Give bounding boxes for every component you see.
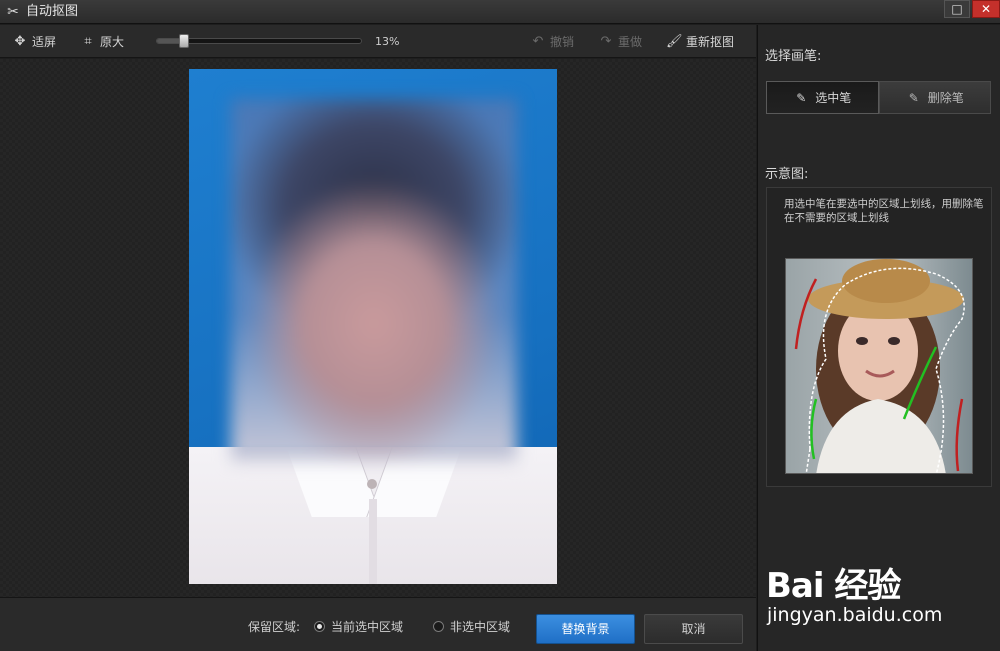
keep-region-label: 保留区域: [248, 620, 301, 634]
cancel-button[interactable]: 取消 [644, 614, 743, 644]
id-photo[interactable] [189, 69, 557, 584]
undo-label: 撤销 [550, 35, 575, 49]
zoom-slider-thumb[interactable] [178, 34, 189, 48]
select-brush-label: 选中笔 [815, 91, 852, 105]
delete-brush-label: 删除笔 [927, 91, 964, 105]
undo-icon: ↶ [532, 34, 544, 49]
redo-cutout-button[interactable]: 🖌 重新抠图 [666, 33, 734, 51]
original-size-icon: ⌗ [84, 34, 92, 49]
image-canvas[interactable] [0, 59, 756, 597]
undo-button[interactable]: ↶ 撤销 [530, 33, 574, 51]
watermark-url: jingyan.baidu.com [767, 604, 943, 626]
brush-icon: 🖌 [666, 34, 683, 49]
brush-selector: ✎ 选中笔 ✎ 删除笔 [766, 81, 991, 114]
example-illustration [794, 259, 965, 473]
radio-current-selection[interactable]: 当前选中区域 [314, 618, 403, 635]
radio-current-label: 当前选中区域 [331, 620, 404, 634]
redo-icon: ↷ [600, 34, 612, 49]
window-title: 自动抠图 [26, 4, 79, 19]
fit-screen-button[interactable]: ✥ 适屏 [12, 33, 56, 51]
fit-screen-icon: ✥ [14, 34, 26, 49]
select-brush-icon: ✎ [796, 90, 807, 105]
zoom-slider[interactable] [156, 34, 362, 48]
maximize-button[interactable]: □ [944, 0, 970, 18]
hint-text: 用选中笔在要选中的区域上划线，用删除笔在不需要的区域上划线 [784, 198, 984, 224]
blurred-face-region [231, 99, 517, 461]
radio-non-dot[interactable] [433, 621, 444, 632]
title-bar: ✂ 自动抠图 □ ✕ [0, 0, 1000, 24]
fit-screen-label: 适屏 [32, 35, 57, 49]
brush-heading: 选择画笔: [765, 49, 822, 64]
toolbar: ✥ 适屏 ⌗ 原大 13% ↶ 撤销 ↷ 重做 🖌 重新抠图 [0, 25, 756, 58]
watermark-logo: Bai 经验 [766, 566, 901, 606]
select-brush-button[interactable]: ✎ 选中笔 [766, 81, 879, 114]
close-button[interactable]: ✕ [972, 0, 1000, 18]
zoom-percent-label: 13% [375, 35, 400, 48]
diagram-box: 用选中笔在要选中的区域上划线，用删除笔在不需要的区域上划线 [766, 187, 992, 487]
replace-background-button[interactable]: 替换背景 [536, 614, 635, 644]
radio-current-dot[interactable] [314, 621, 325, 632]
cutout-tool-icon: ✂ [7, 4, 19, 20]
shirt-button [367, 479, 377, 489]
bottom-bar: 保留区域: 当前选中区域 非选中区域 替换背景 取消 [0, 597, 756, 651]
radio-non-selection[interactable]: 非选中区域 [433, 618, 510, 635]
redo-label: 重做 [618, 35, 643, 49]
shirt-placket [369, 499, 377, 584]
delete-brush-button[interactable]: ✎ 删除笔 [878, 81, 991, 114]
radio-non-label: 非选中区域 [450, 620, 511, 634]
baidu-watermark: Bai 经验 jingyan.baidu.com [766, 552, 966, 642]
original-size-button[interactable]: ⌗ 原大 [80, 33, 124, 51]
original-size-label: 原大 [100, 35, 125, 49]
redo-button[interactable]: ↷ 重做 [598, 33, 642, 51]
diagram-heading: 示意图: [765, 167, 809, 182]
example-image [785, 258, 973, 474]
delete-brush-icon: ✎ [908, 90, 919, 105]
redo-cutout-label: 重新抠图 [686, 35, 735, 49]
